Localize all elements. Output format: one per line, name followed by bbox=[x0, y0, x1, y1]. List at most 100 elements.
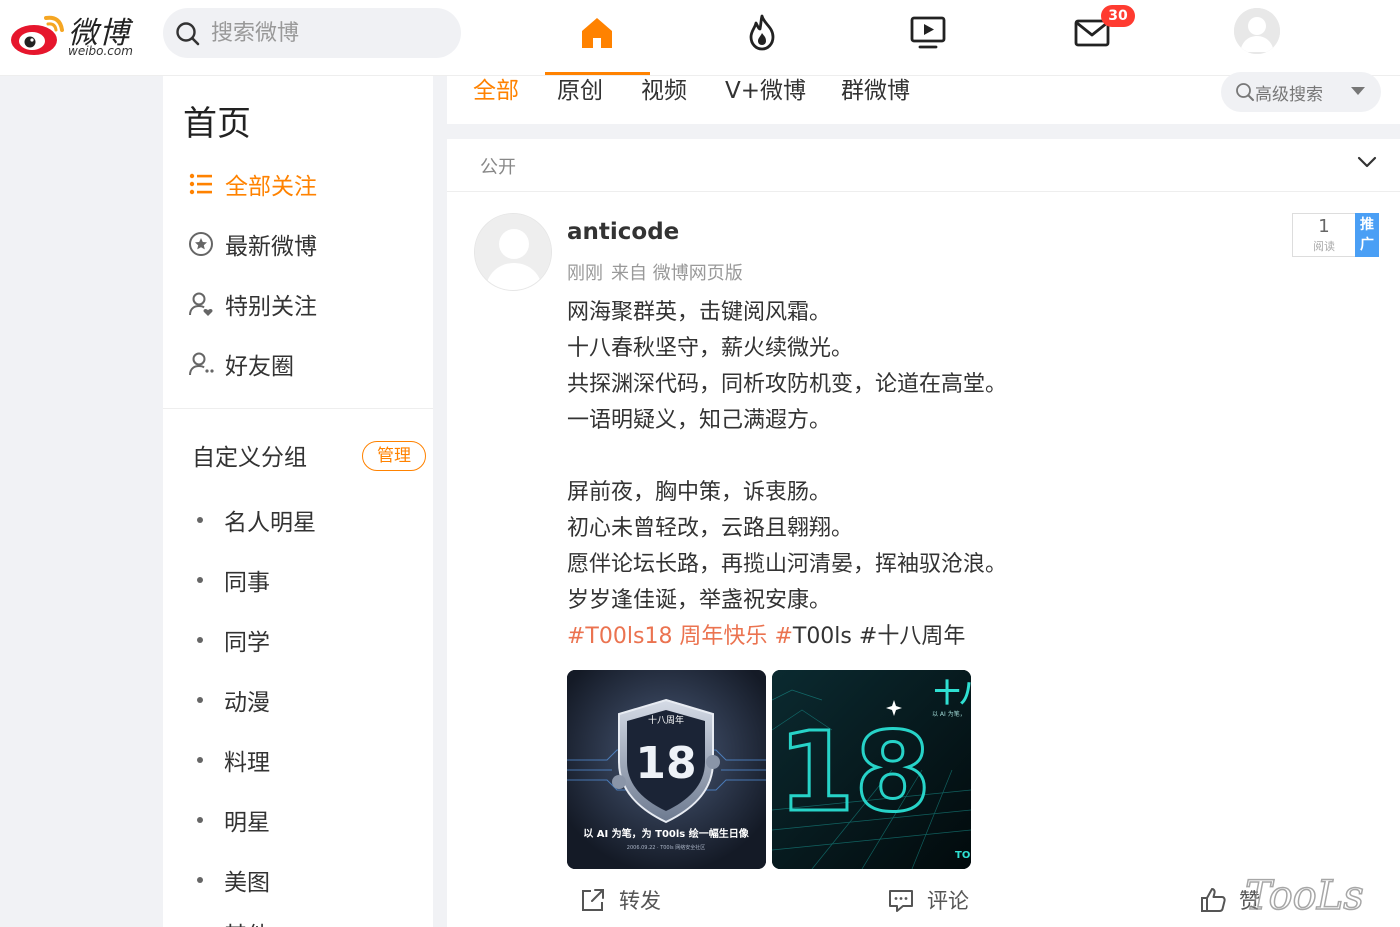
group-item[interactable]: 动漫 bbox=[197, 683, 270, 717]
sidebar-item-label: 特别关注 bbox=[225, 294, 317, 320]
tab-video[interactable]: 视频 bbox=[641, 76, 687, 124]
anniversary-shield-image: 十八周年 18 以 AI 为笔，为 T00ls 绘一幅生日像 2006.09.2… bbox=[567, 670, 766, 869]
hashtag-text: T00ls bbox=[792, 624, 852, 649]
repost-label: 转发 bbox=[619, 889, 661, 913]
group-item[interactable]: 美图 bbox=[197, 863, 270, 897]
sidebar-title: 首页 bbox=[183, 104, 251, 144]
manage-groups-button[interactable]: 管理 bbox=[362, 441, 426, 471]
post-username[interactable]: anticode bbox=[567, 219, 679, 245]
top-bar: 微博 weibo.com 30 bbox=[0, 0, 1400, 76]
advanced-search-button[interactable]: 高级搜索 bbox=[1221, 72, 1381, 112]
post-line: 十八春秋坚守，薪火续微光。 bbox=[567, 336, 854, 361]
post-time[interactable]: 刚刚 bbox=[567, 263, 603, 284]
sidebar-item-all-follows[interactable]: 全部关注 bbox=[187, 164, 417, 204]
search-icon bbox=[176, 22, 200, 46]
sidebar-item-label: 全部关注 bbox=[225, 174, 317, 200]
group-item-label: 美图 bbox=[224, 870, 270, 896]
group-item[interactable]: 明星 bbox=[197, 803, 270, 837]
caret-down-icon bbox=[1351, 87, 1365, 95]
star-circle-icon bbox=[189, 232, 213, 256]
feed-card: 公开 anticode 刚刚 来自 微博网页版 1 阅读 推广 网海聚群英，击键阅… bbox=[447, 139, 1400, 927]
bullet-dot bbox=[197, 577, 203, 583]
hashtag-link[interactable]: #T00ls bbox=[774, 624, 851, 649]
share-icon bbox=[582, 889, 604, 911]
avatar[interactable] bbox=[1234, 8, 1280, 54]
message-count-badge: 30 bbox=[1101, 5, 1135, 27]
left-sidebar: 首页 全部关注 最新微博 特别关注 好友圈 自定义分组 管理 名人明星 同事 同… bbox=[163, 76, 433, 927]
bullet-dot bbox=[197, 637, 203, 643]
sidebar-item-label: 好友圈 bbox=[225, 354, 294, 380]
visibility-label: 公开 bbox=[480, 157, 516, 178]
visibility-divider bbox=[447, 191, 1400, 192]
post-content: 网海聚群英，击键阅风霜。 十八春秋坚守，薪火续微光。 共探渊深代码，同析攻防机变… bbox=[567, 295, 1367, 619]
sidebar-divider bbox=[163, 408, 433, 409]
search-input[interactable] bbox=[211, 8, 451, 58]
hashtag-prefix: # bbox=[774, 624, 793, 649]
promote-button[interactable]: 推广 bbox=[1355, 213, 1379, 257]
post-line: 网海聚群英，击键阅风霜。 bbox=[567, 300, 832, 325]
advanced-search-label: 高级搜索 bbox=[1255, 84, 1323, 105]
custom-group-title: 自定义分组 bbox=[192, 445, 307, 471]
post-image-1[interactable]: 十八周年 18 以 AI 为笔，为 T00ls 绘一幅生日像 2006.09.2… bbox=[567, 670, 766, 869]
image-subheading: 以 AI 为笔， bbox=[932, 710, 966, 718]
list-icon bbox=[189, 173, 212, 195]
sidebar-item-latest[interactable]: 最新微博 bbox=[187, 224, 417, 264]
flame-icon[interactable] bbox=[742, 12, 782, 52]
post-line: 一语明疑义，知己满遐方。 bbox=[567, 408, 832, 433]
bullet-dot bbox=[197, 817, 203, 823]
read-count: 1 bbox=[1318, 216, 1330, 237]
thumbs-up-icon bbox=[1201, 888, 1226, 912]
sidebar-item-special-follow[interactable]: 特别关注 bbox=[187, 284, 417, 324]
default-avatar-icon bbox=[475, 214, 551, 290]
video-play-icon[interactable] bbox=[908, 12, 948, 52]
comment-label: 评论 bbox=[927, 889, 969, 913]
image-badge-top: 十八周年 bbox=[648, 714, 684, 726]
chevron-down-icon[interactable] bbox=[1357, 155, 1377, 169]
comment-button[interactable]: 评论 bbox=[887, 882, 969, 918]
image-heading: 十八 bbox=[934, 679, 971, 709]
group-item-label: 动漫 bbox=[224, 690, 270, 716]
post-line: 屏前夜，胸中策，诉衷肠。 bbox=[567, 480, 832, 505]
home-tab-indicator bbox=[545, 72, 650, 75]
image-number: 18 bbox=[778, 708, 931, 836]
weibo-logo[interactable]: 微博 weibo.com bbox=[10, 8, 150, 58]
sidebar-item-label: 最新微博 bbox=[225, 234, 317, 260]
tab-vplus[interactable]: V+微博 bbox=[725, 76, 806, 124]
search-box[interactable] bbox=[163, 8, 461, 58]
group-item-label: 同学 bbox=[224, 630, 270, 656]
post-image-2[interactable]: 18 十八 以 AI 为笔， TO bbox=[772, 670, 971, 869]
image-subcaption: 2006.09.22 · T00ls 网络安全社区 bbox=[627, 844, 705, 851]
group-item-label: 名人明星 bbox=[224, 510, 316, 536]
bullet-dot bbox=[197, 697, 203, 703]
group-item[interactable]: 其他 bbox=[197, 916, 270, 927]
group-item[interactable]: 名人明星 bbox=[197, 503, 316, 537]
read-count-label: 阅读 bbox=[1313, 240, 1335, 253]
post-line: 岁岁逢佳诞，举盏祝安康。 bbox=[567, 588, 832, 613]
bullet-dot bbox=[197, 877, 203, 883]
tools-watermark: TooLs bbox=[1245, 872, 1365, 920]
read-count-box[interactable]: 1 阅读 推广 bbox=[1292, 213, 1379, 257]
tab-all[interactable]: 全部 bbox=[473, 76, 519, 124]
hashtag-text: #十八周年 bbox=[858, 624, 966, 649]
image-number: 18 bbox=[635, 738, 696, 789]
group-item[interactable]: 料理 bbox=[197, 743, 270, 777]
repost-button[interactable]: 转发 bbox=[579, 882, 661, 918]
tab-original[interactable]: 原创 bbox=[557, 76, 603, 124]
post-source: 来自 微博网页版 bbox=[611, 263, 743, 284]
search-icon bbox=[1236, 83, 1254, 101]
post-avatar[interactable] bbox=[474, 213, 552, 291]
group-item[interactable]: 同事 bbox=[197, 563, 270, 597]
post-line: 初心未曾轻改，云路且翱翔。 bbox=[567, 516, 854, 541]
comment-icon bbox=[889, 890, 913, 912]
post-meta: 刚刚 来自 微博网页版 bbox=[567, 259, 751, 285]
user-heart-icon bbox=[189, 292, 213, 316]
group-item[interactable]: 同学 bbox=[197, 623, 270, 657]
post-line: 共探渊深代码，同析攻防机变，论道在高堂。 bbox=[567, 372, 1008, 397]
sidebar-item-friends[interactable]: 好友圈 bbox=[187, 344, 417, 384]
hashtag-link[interactable]: #T00ls18 周年快乐 bbox=[567, 624, 767, 649]
home-icon[interactable] bbox=[577, 12, 617, 52]
group-item-label: 其他 bbox=[224, 916, 270, 927]
anniversary-digital-image: 18 十八 以 AI 为笔， TO bbox=[772, 670, 971, 869]
default-avatar-icon bbox=[1234, 8, 1280, 54]
tab-group-weibo[interactable]: 群微博 bbox=[841, 76, 910, 124]
